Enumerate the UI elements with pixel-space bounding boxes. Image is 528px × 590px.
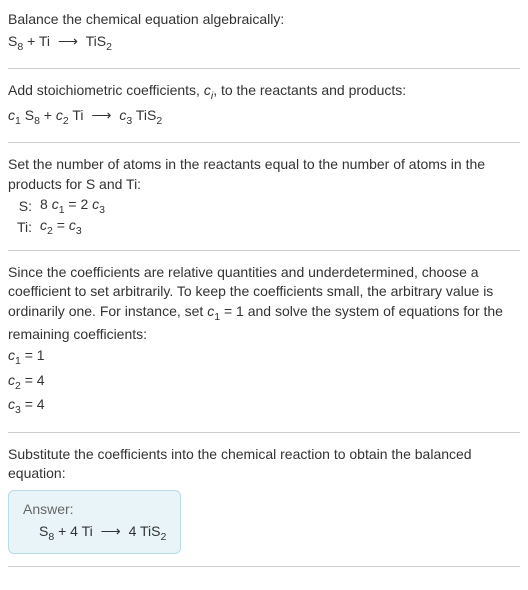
s-balance-eq: 8 c1 = 2 c3 bbox=[40, 196, 105, 216]
ti-label: Ti: bbox=[8, 219, 32, 235]
atoms-text: Set the number of atoms in the reactants… bbox=[8, 155, 520, 194]
answer-label: Answer: bbox=[23, 501, 166, 517]
rhs: 4 TiS bbox=[125, 523, 161, 539]
s-balance-row: S: 8 c1 = 2 c3 bbox=[8, 196, 520, 216]
section-stoichiometric: Add stoichiometric coefficients, ci, to … bbox=[8, 81, 520, 143]
s8: S bbox=[39, 523, 48, 539]
section-atoms: Set the number of atoms in the reactants… bbox=[8, 155, 520, 251]
c: c bbox=[8, 372, 15, 388]
solve-text: Since the coefficients are relative quan… bbox=[8, 263, 520, 344]
text: 8 bbox=[40, 196, 52, 212]
s8: S bbox=[21, 107, 34, 123]
c1-value: c1 = 1 bbox=[8, 346, 520, 368]
s-label: S: bbox=[8, 198, 32, 214]
c1: c bbox=[8, 107, 15, 123]
answer-box: Answer: S8 + 4 Ti ⟶ 4 TiS2 bbox=[8, 490, 181, 554]
sub: 3 bbox=[99, 204, 105, 216]
c3: c bbox=[115, 107, 126, 123]
plus: + bbox=[40, 107, 56, 123]
c1: c bbox=[52, 196, 59, 212]
arrow-icon: ⟶ bbox=[91, 106, 111, 126]
c: c bbox=[8, 396, 15, 412]
text: Add stoichiometric coefficients, bbox=[8, 82, 204, 98]
stoich-text: Add stoichiometric coefficients, ci, to … bbox=[8, 81, 520, 103]
c2-value: c2 = 4 bbox=[8, 371, 520, 393]
species-s8: S bbox=[8, 33, 17, 49]
val: = 4 bbox=[21, 396, 45, 412]
ci: c bbox=[204, 82, 211, 98]
sub: 2 bbox=[160, 531, 166, 543]
tis2: TiS bbox=[132, 107, 156, 123]
balanced-equation: S8 + 4 Ti ⟶ 4 TiS2 bbox=[39, 523, 166, 543]
ti: Ti bbox=[69, 107, 88, 123]
val: = 1 bbox=[21, 347, 45, 363]
section-problem: Balance the chemical equation algebraica… bbox=[8, 10, 520, 69]
plus-ti: + Ti bbox=[23, 33, 54, 49]
c2: c bbox=[56, 107, 63, 123]
arrow-icon: ⟶ bbox=[58, 32, 78, 52]
section-answer: Substitute the coefficients into the che… bbox=[8, 445, 520, 567]
arrow-icon: ⟶ bbox=[101, 523, 121, 540]
unbalanced-equation: S8 + Ti ⟶ TiS2 bbox=[8, 32, 520, 54]
problem-statement: Balance the chemical equation algebraica… bbox=[8, 10, 520, 30]
sub: 3 bbox=[76, 225, 82, 237]
text: , to the reactants and products: bbox=[213, 82, 406, 98]
c3-value: c3 = 4 bbox=[8, 395, 520, 417]
sub: 2 bbox=[156, 114, 162, 126]
text: = bbox=[53, 217, 69, 233]
c: c bbox=[8, 347, 15, 363]
text: = 2 bbox=[65, 196, 93, 212]
ti-balance-row: Ti: c2 = c3 bbox=[8, 217, 520, 237]
val: = 4 bbox=[21, 372, 45, 388]
coeff-equation: c1 S8 + c2 Ti ⟶ c3 TiS2 bbox=[8, 106, 520, 128]
c2: c bbox=[40, 217, 47, 233]
species-tis2: TiS bbox=[82, 33, 106, 49]
ti-balance-eq: c2 = c3 bbox=[40, 217, 82, 237]
section-solve: Since the coefficients are relative quan… bbox=[8, 263, 520, 433]
substitute-text: Substitute the coefficients into the che… bbox=[8, 445, 520, 484]
c3: c bbox=[69, 217, 76, 233]
sub: 2 bbox=[106, 40, 112, 52]
mid: + 4 Ti bbox=[54, 523, 96, 539]
